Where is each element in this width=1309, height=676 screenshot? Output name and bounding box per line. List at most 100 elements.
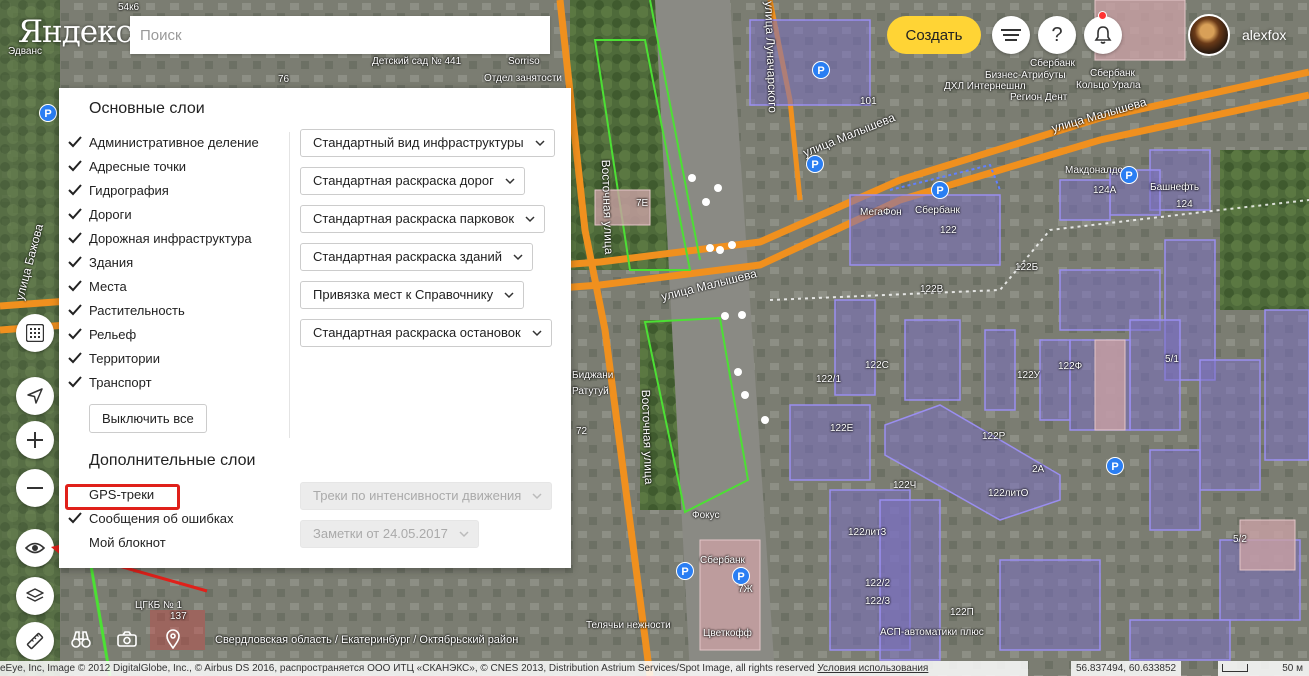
layer-transport[interactable]: Транспорт (68, 374, 152, 392)
bell-icon (1094, 26, 1112, 44)
layer-territories[interactable]: Территории (68, 350, 160, 368)
poi-label[interactable]: Телячьи нежности (586, 620, 671, 631)
infrastructure-style-select[interactable]: Стандартный вид инфраструктуры (300, 129, 555, 157)
panel-divider (289, 132, 290, 438)
building-number: 122В (920, 284, 944, 295)
checkmark-icon (68, 136, 82, 148)
poi-label[interactable]: Башнефть (1150, 182, 1199, 193)
poi-label[interactable]: ДХЛ Интернешнл (944, 81, 1026, 92)
building-number: 124А (1093, 185, 1117, 196)
chevron-down-icon (505, 178, 515, 185)
building-number: 122У (1017, 370, 1041, 381)
layer-label: Гидрография (89, 183, 169, 198)
camera-icon (117, 631, 137, 647)
parking-icon[interactable]: P (39, 104, 57, 122)
building-number: 54к6 (118, 2, 140, 13)
help-button[interactable]: ? (1038, 16, 1076, 54)
poi-label[interactable]: ЦГКБ № 1 (135, 600, 182, 611)
location-arrow-icon (27, 388, 43, 404)
building-number: 122Р (982, 431, 1006, 442)
notes-date-select[interactable]: Заметки от 24.05.2017 (300, 520, 479, 548)
menu-button[interactable] (992, 16, 1030, 54)
layer-label: Дорожная инфраструктура (89, 231, 252, 246)
parking-icon[interactable]: P (732, 567, 750, 585)
layer-hydrography[interactable]: Гидрография (68, 182, 169, 200)
poi-label[interactable]: Кольцо Урала (1076, 80, 1141, 91)
parking-icon[interactable]: P (1120, 166, 1138, 184)
places-binding-select[interactable]: Привязка мест к Справочнику (300, 281, 525, 309)
layer-admin-division[interactable]: Административное деление (68, 134, 259, 152)
building-number: 7Ж (738, 584, 753, 595)
disable-all-button[interactable]: Выключить все (89, 404, 207, 433)
photos-button[interactable] (116, 628, 138, 650)
poi-label[interactable]: Сбербанк (1030, 58, 1075, 69)
layer-my-notebook[interactable]: Мой блокнот (89, 534, 166, 552)
map-pin-icon (166, 629, 180, 649)
copyright-bar: eEye, Inc, Image © 2012 DigitalGlobe, In… (0, 661, 1028, 676)
roads-style-select[interactable]: Стандартная раскраска дорог (300, 167, 525, 195)
layer-vegetation[interactable]: Растительность (68, 302, 185, 320)
layer-road-infrastructure[interactable]: Дорожная инфраструктура (68, 230, 252, 248)
layer-error-reports[interactable]: Сообщения об ошибках (68, 510, 234, 528)
poi-label[interactable]: Бизнес-Атрибуты (985, 70, 1066, 81)
avatar[interactable] (1188, 14, 1230, 56)
parking-icon[interactable]: P (676, 562, 694, 580)
poi-label[interactable]: Макдоналдс (1065, 165, 1123, 176)
building-number: 76 (278, 74, 290, 85)
building-number: 122Е (830, 423, 854, 434)
minus-icon (27, 487, 43, 489)
poi-label[interactable]: Отдел занятости (484, 73, 562, 84)
apps-button[interactable] (16, 314, 54, 352)
layer-relief[interactable]: Рельеф (68, 326, 136, 344)
building-number: 122Б (1015, 262, 1039, 273)
layer-address-points[interactable]: Адресные точки (68, 158, 186, 176)
layers-icon (26, 588, 44, 602)
ruler-icon (26, 632, 44, 650)
stops-style-select[interactable]: Стандартная раскраска остановок (300, 319, 552, 347)
zoom-in-button[interactable] (16, 421, 54, 459)
poi-label[interactable]: Регион Дент (1010, 92, 1067, 103)
poi-label[interactable]: Детский сад № 441 (372, 56, 461, 67)
yandex-logo[interactable]: Яндекс (18, 14, 133, 50)
poi-label[interactable]: МегаФон (860, 207, 902, 218)
checkmark-icon (68, 328, 82, 340)
place-button[interactable] (162, 628, 184, 650)
parking-icon[interactable]: P (1106, 457, 1124, 475)
geolocation-button[interactable] (16, 377, 54, 415)
scale-bar (1222, 664, 1248, 672)
ruler-button[interactable] (16, 622, 54, 660)
parking-icon[interactable]: P (812, 61, 830, 79)
select-value: Привязка мест к Справочнику (313, 287, 494, 302)
notifications-button[interactable] (1084, 16, 1122, 54)
zoom-out-button[interactable] (16, 469, 54, 507)
layer-places[interactable]: Места (68, 278, 127, 296)
poi-label[interactable]: АСП-автоматики плюс (880, 627, 984, 638)
layer-roads[interactable]: Дороги (68, 206, 132, 224)
poi-label[interactable]: Цветкофф (703, 628, 752, 639)
tracks-style-select[interactable]: Треки по интенсивности движения (300, 482, 553, 510)
poi-label[interactable]: Sorriso (508, 56, 540, 67)
username-label[interactable]: alexfox (1242, 27, 1286, 43)
poi-label[interactable]: Ратутуй (572, 386, 609, 397)
create-button[interactable]: Создать (887, 16, 981, 54)
layer-label: Здания (89, 255, 134, 270)
building-number: 122/2 (865, 578, 891, 589)
layer-buildings[interactable]: Здания (68, 254, 134, 272)
search-input[interactable] (130, 16, 550, 54)
panorama-button[interactable] (70, 628, 92, 650)
parking-icon[interactable]: P (806, 155, 824, 173)
poi-label[interactable]: Биджани (572, 370, 613, 381)
plus-icon (27, 432, 43, 448)
poi-label[interactable]: Сбербанк (915, 205, 960, 216)
poi-label[interactable]: Фокус (692, 510, 720, 521)
buildings-style-select[interactable]: Стандартная раскраска зданий (300, 243, 533, 271)
poi-label[interactable]: Сбербанк (700, 555, 745, 566)
terms-link[interactable]: Условия использования (817, 663, 928, 674)
building-number: 7Е (636, 198, 649, 209)
poi-label[interactable]: Сбербанк (1090, 68, 1135, 79)
breadcrumb[interactable]: Свердловская область / Екатеринбург / Ок… (215, 634, 518, 646)
parking-style-select[interactable]: Стандартная раскраска парковок (300, 205, 546, 233)
coordinates-readout: 56.837494, 60.633852 (1071, 661, 1182, 676)
parking-icon[interactable]: P (931, 181, 949, 199)
extra-layers-title: Дополнительные слои (89, 452, 256, 469)
